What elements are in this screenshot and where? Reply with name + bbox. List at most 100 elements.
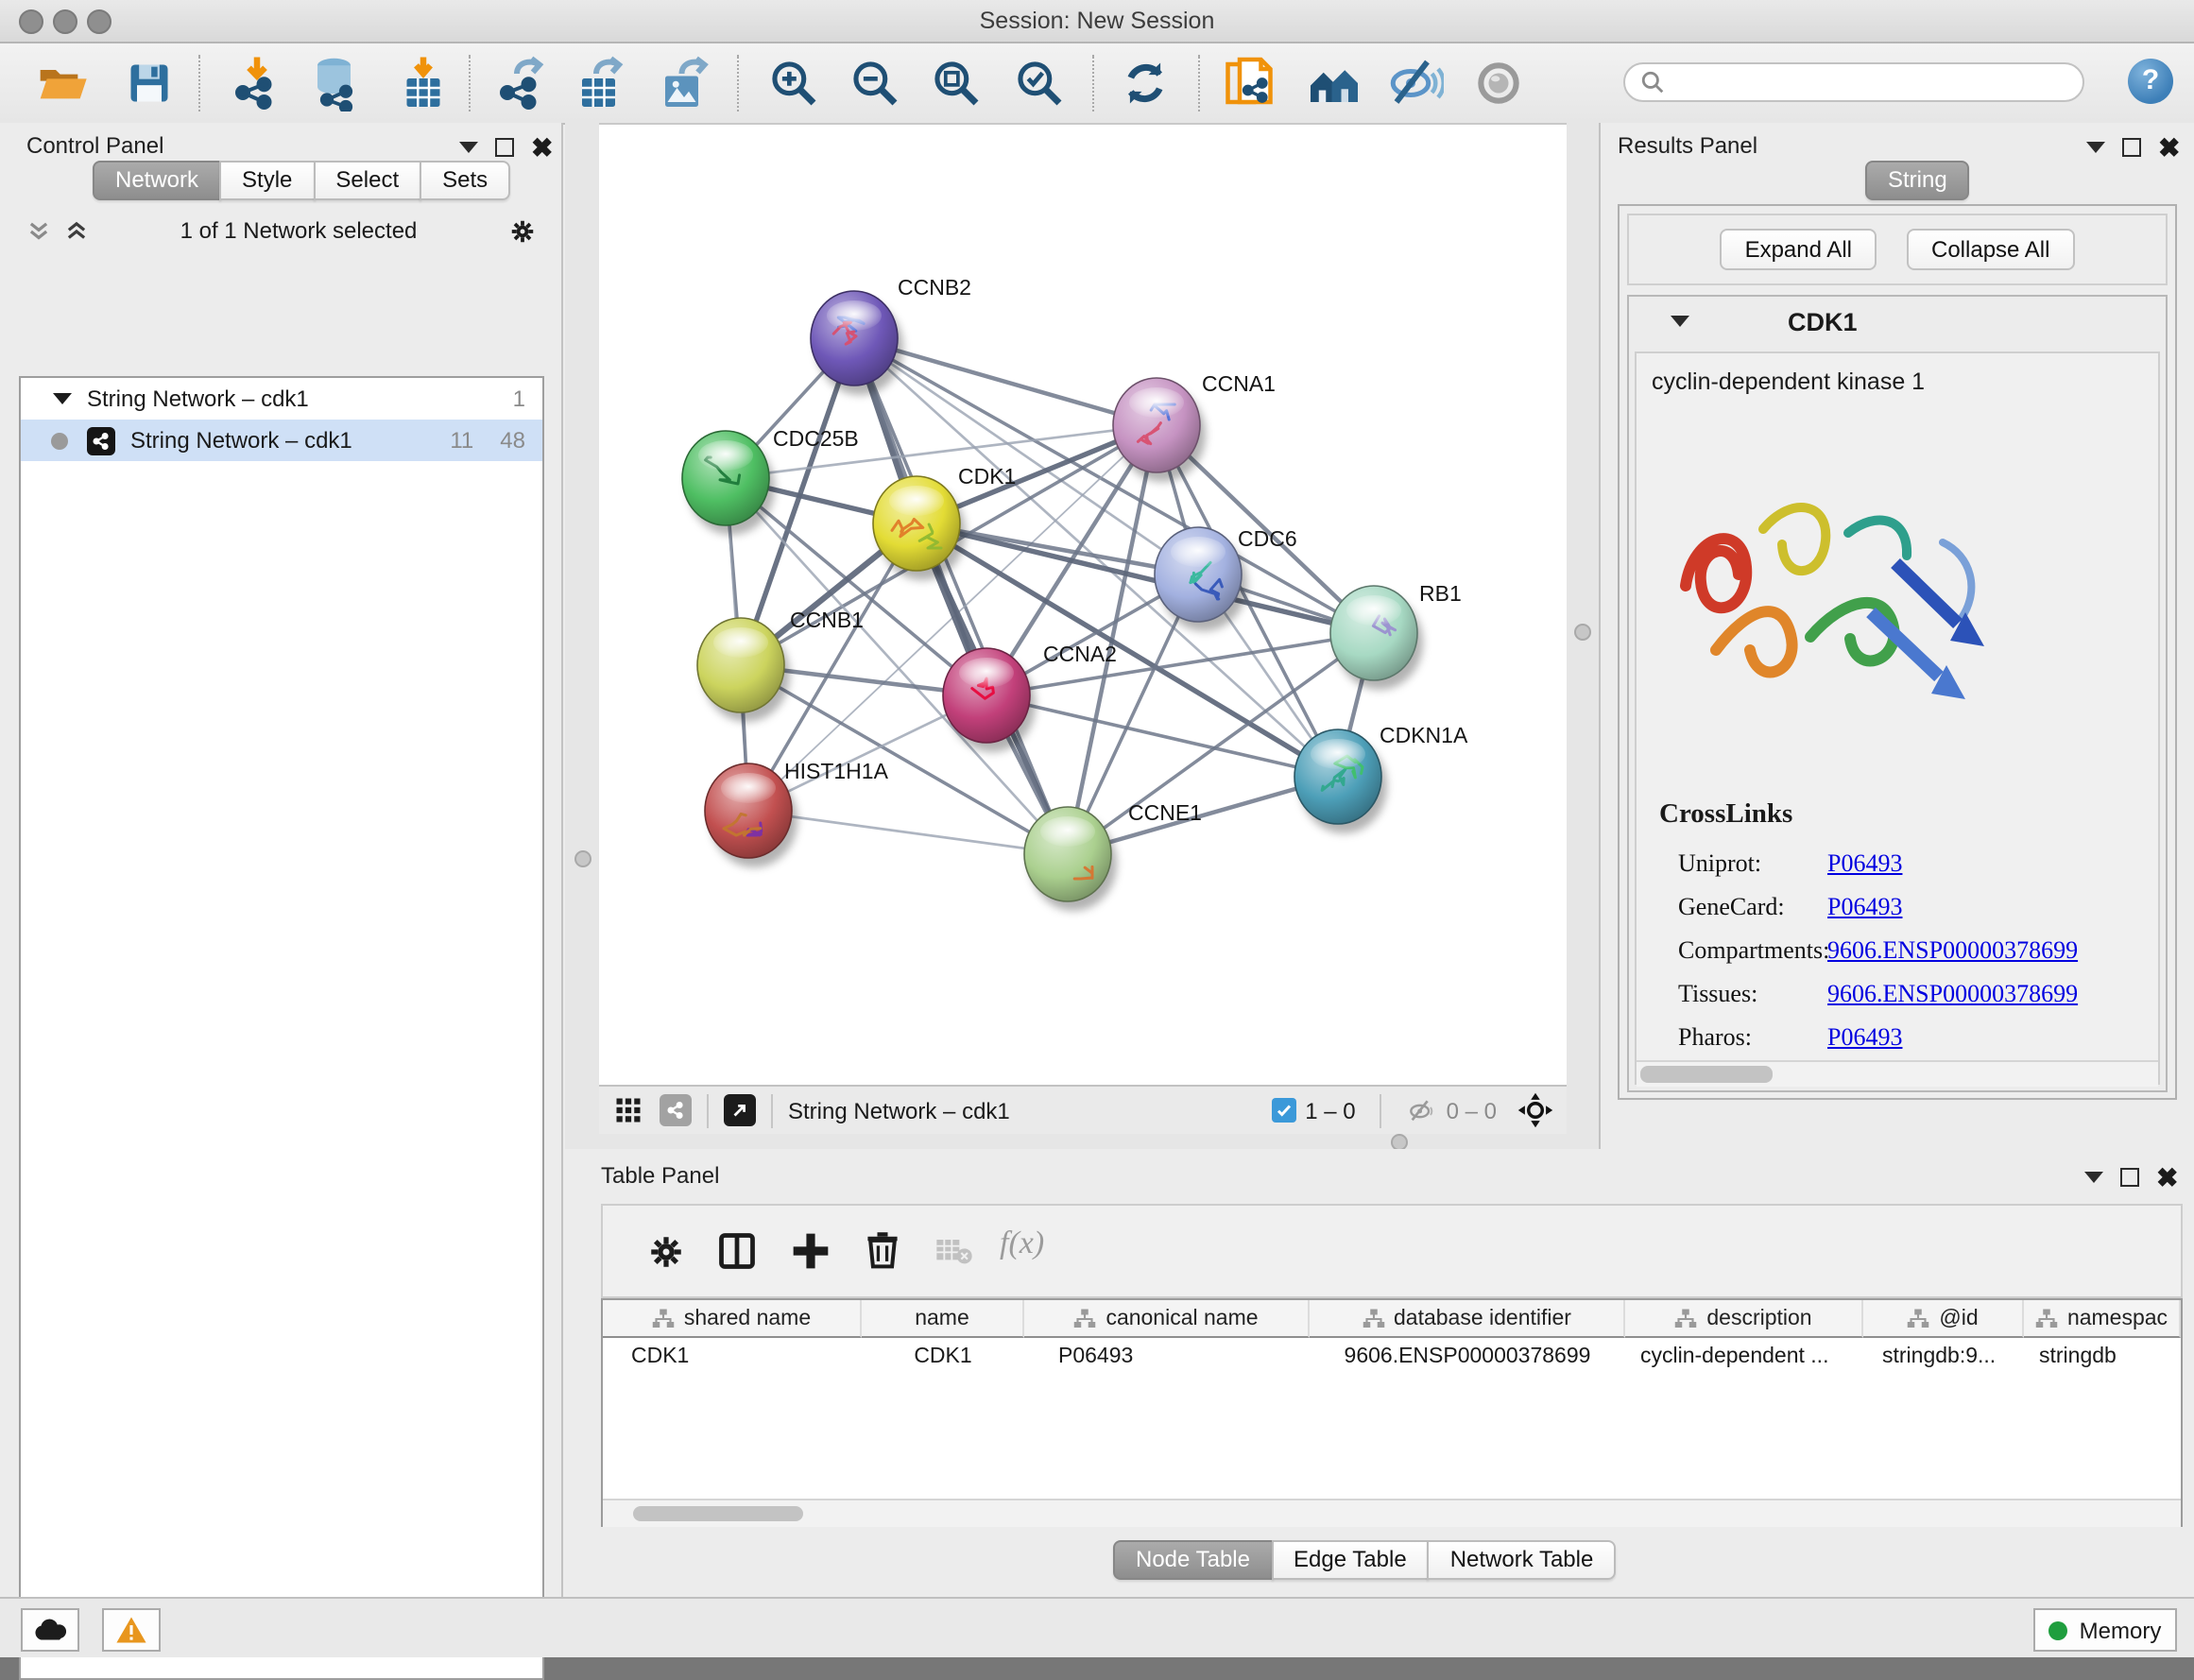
open-session-button[interactable]	[30, 51, 94, 115]
table-cell[interactable]: stringdb	[2024, 1338, 2181, 1374]
selected-checkbox-icon[interactable]	[1271, 1098, 1295, 1123]
collapse-all-chevron-icon[interactable]	[26, 218, 51, 243]
column-header[interactable]: @id	[1863, 1300, 2024, 1338]
close-panel-icon[interactable]: ✖	[2156, 1168, 2178, 1187]
expand-all-chevron-icon[interactable]	[64, 218, 89, 243]
tab-string[interactable]: String	[1865, 161, 1970, 200]
warnings-button[interactable]	[102, 1608, 161, 1652]
left-splitter[interactable]	[565, 123, 599, 1134]
tab-network[interactable]: Network	[93, 161, 221, 200]
show-details-button[interactable]	[1466, 51, 1531, 115]
expand-all-button[interactable]: Expand All	[1721, 229, 1877, 270]
section-collapse-icon[interactable]	[1671, 316, 1689, 327]
float-panel-icon[interactable]	[2120, 1168, 2139, 1187]
column-header[interactable]: namespac	[2024, 1300, 2181, 1338]
network-node[interactable]: RB1	[1330, 581, 1462, 690]
export-table-button[interactable]	[569, 51, 633, 115]
hidden-eye-slash-icon[interactable]	[1407, 1095, 1437, 1125]
collapse-panel-icon[interactable]	[2084, 1172, 2103, 1183]
node-table[interactable]: shared namenamecanonical namedatabase id…	[601, 1298, 2183, 1527]
network-node[interactable]: HIST1H1A	[705, 759, 889, 867]
help-button[interactable]: ?	[2128, 59, 2173, 104]
table-cell[interactable]: P06493	[1024, 1338, 1310, 1374]
network-node[interactable]: CDKN1A	[1294, 723, 1468, 833]
splitter-handle-icon[interactable]	[1574, 624, 1591, 641]
tab-edge-table[interactable]: Edge Table	[1271, 1540, 1430, 1580]
function-builder-button[interactable]: f(x)	[1000, 1225, 1044, 1262]
table-hscrollbar[interactable]	[603, 1499, 2181, 1527]
zoom-out-button[interactable]	[843, 51, 907, 115]
table-cell[interactable]: stringdb:9...	[1863, 1338, 2024, 1374]
network-node[interactable]: CCNB2	[811, 275, 971, 395]
splitter-handle-icon[interactable]	[574, 850, 591, 867]
birds-eye-grid-icon[interactable]	[614, 1096, 643, 1124]
network-node[interactable]: CCNA1	[1113, 371, 1276, 482]
tab-network-table[interactable]: Network Table	[1428, 1540, 1617, 1580]
crosslink-link[interactable]: P06493	[1827, 1021, 1902, 1052]
table-cell[interactable]: 9606.ENSP00000378699	[1310, 1338, 1625, 1374]
zoom-selected-button[interactable]	[1007, 51, 1071, 115]
table-cell[interactable]: CDK1	[603, 1338, 862, 1374]
table-cell[interactable]: CDK1	[862, 1338, 1024, 1374]
network-graph[interactable]: CCNB2CCNA1CDC25BCDK1CDC6RB1CCNB1CCNA2CDK…	[599, 125, 1567, 1087]
export-image-button[interactable]	[652, 51, 716, 115]
scroll-thumb[interactable]	[633, 1506, 803, 1521]
network-share-toggle-icon[interactable]	[660, 1094, 692, 1126]
create-column-plus-icon[interactable]	[790, 1230, 831, 1272]
import-network-database-button[interactable]	[304, 51, 369, 115]
column-header[interactable]: name	[862, 1300, 1024, 1338]
column-header[interactable]: canonical name	[1024, 1300, 1310, 1338]
save-session-button[interactable]	[117, 51, 181, 115]
column-header[interactable]: database identifier	[1310, 1300, 1625, 1338]
search-input[interactable]	[1623, 62, 2084, 102]
close-panel-icon[interactable]: ✖	[2158, 138, 2180, 157]
apply-layout-button[interactable]	[1113, 51, 1177, 115]
delete-table-icon[interactable]	[935, 1236, 973, 1266]
export-network-button[interactable]	[489, 51, 554, 115]
collapse-panel-icon[interactable]	[459, 142, 478, 153]
close-panel-icon[interactable]: ✖	[531, 138, 553, 157]
float-panel-icon[interactable]	[495, 138, 514, 157]
network-options-gear-icon[interactable]	[508, 216, 537, 245]
column-header[interactable]: description	[1625, 1300, 1863, 1338]
open-in-window-icon[interactable]	[724, 1094, 756, 1126]
tab-style[interactable]: Style	[219, 161, 315, 200]
scroll-thumb[interactable]	[1640, 1066, 1773, 1083]
network-canvas[interactable]: CCNB2CCNA1CDC25BCDK1CDC6RB1CCNB1CCNA2CDK…	[599, 123, 1567, 1085]
network-node[interactable]: CDC25B	[682, 426, 859, 535]
network-node[interactable]: CDK1	[873, 464, 1016, 580]
tab-sets[interactable]: Sets	[420, 161, 510, 200]
tab-select[interactable]: Select	[313, 161, 421, 200]
tab-node-table[interactable]: Node Table	[1113, 1540, 1273, 1580]
network-node[interactable]: CCNB1	[697, 608, 864, 722]
table-row[interactable]: CDK1CDK1P064939606.ENSP00000378699cyclin…	[603, 1338, 2181, 1374]
crosslink-link[interactable]: P06493	[1827, 891, 1902, 921]
tree-expander-icon[interactable]	[53, 393, 72, 404]
hide-details-button[interactable]	[1383, 51, 1448, 115]
table-cell[interactable]: cyclin-dependent ...	[1625, 1338, 1863, 1374]
memory-button[interactable]: Memory	[2033, 1608, 2177, 1652]
delete-column-trash-icon[interactable]	[862, 1228, 903, 1270]
zoom-fit-button[interactable]	[924, 51, 988, 115]
fit-selected-crosshair-icon[interactable]	[1517, 1092, 1553, 1128]
string-home-button[interactable]	[1302, 51, 1366, 115]
right-splitter[interactable]	[1567, 123, 1599, 1134]
zoom-in-button[interactable]	[762, 51, 826, 115]
cloud-status-button[interactable]	[21, 1608, 79, 1652]
results-hscrollbar[interactable]	[1637, 1060, 2158, 1087]
collapse-all-button[interactable]: Collapse All	[1907, 229, 2074, 270]
network-node[interactable]: CCNE1	[1024, 800, 1202, 911]
float-panel-icon[interactable]	[2122, 138, 2141, 157]
network-row-selected[interactable]: String Network – cdk1 11 48	[21, 420, 542, 461]
network-collection-row[interactable]: String Network – cdk1 1	[21, 378, 542, 420]
collapse-panel-icon[interactable]	[2086, 142, 2105, 153]
crosslink-link[interactable]: P06493	[1827, 848, 1902, 878]
crosslink-link[interactable]: 9606.ENSP00000378699	[1827, 978, 2078, 1008]
table-options-gear-icon[interactable]	[646, 1232, 686, 1272]
clone-network-button[interactable]	[1217, 51, 1281, 115]
crosslink-link[interactable]: 9606.ENSP00000378699	[1827, 934, 2078, 965]
import-table-file-button[interactable]	[391, 51, 455, 115]
protein-section-header[interactable]: CDK1	[1629, 297, 2166, 346]
column-header[interactable]: shared name	[603, 1300, 862, 1338]
import-network-file-button[interactable]	[225, 51, 289, 115]
